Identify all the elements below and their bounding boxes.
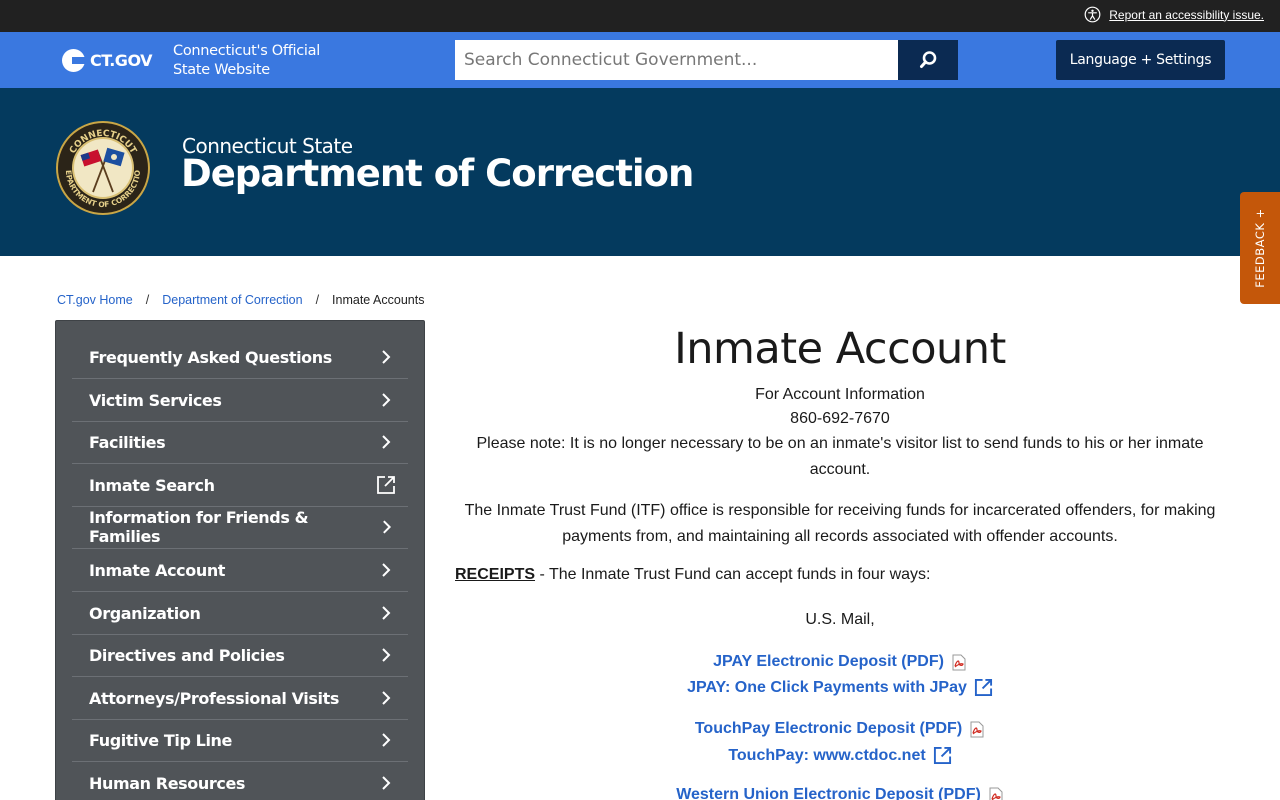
sidebar-item-label: Directives and Policies: [89, 645, 285, 665]
touchpay-deposit-pdf-link[interactable]: TouchPay Electronic Deposit (PDF): [455, 720, 1225, 738]
sidebar-item-label: Inmate Search: [89, 475, 215, 495]
department-seal-logo[interactable]: CONNECTICUT DEPARTMENT OF CORRECTION: [55, 120, 151, 216]
utility-bar: Report an accessibility issue.: [0, 0, 1280, 32]
ctgov-logo-text: CT.GOV: [90, 51, 153, 70]
accessibility-link-label: Report an accessibility issue.: [1109, 7, 1264, 22]
breadcrumb-link-department[interactable]: Department of Correction: [162, 293, 302, 307]
sidebar-item-friends-families[interactable]: Information for Friends & Families: [72, 506, 408, 549]
chevron-right-icon: [382, 435, 391, 449]
agency-title: Department of Correction: [181, 152, 694, 195]
link-label: JPAY: One Click Payments with JPay: [687, 678, 967, 696]
itf-description: The Inmate Trust Fund (ITF) office is re…: [464, 502, 1216, 545]
sidebar-item-directives-policies[interactable]: Directives and Policies: [72, 634, 408, 677]
receipts-paragraph: RECEIPTS - The Inmate Trust Fund can acc…: [455, 566, 930, 584]
chevron-right-icon: [382, 776, 391, 790]
link-label: JPAY Electronic Deposit (PDF): [713, 653, 944, 670]
pdf-icon: [970, 721, 984, 737]
chevron-right-icon: [382, 350, 391, 364]
sidebar-item-label: Information for Friends & Families: [89, 508, 309, 546]
sidebar-nav: Frequently Asked Questions Victim Servic…: [55, 320, 425, 800]
chevron-right-icon: [382, 563, 391, 577]
sidebar-item-fugitive-tip-line[interactable]: Fugitive Tip Line: [72, 719, 408, 762]
touchpay-website-link[interactable]: TouchPay: www.ctdoc.net: [455, 746, 1225, 765]
visitor-list-note: Please note: It is no longer necessary t…: [476, 435, 1204, 478]
chevron-right-icon: [382, 606, 391, 620]
feedback-tab[interactable]: FEEDBACK +: [1240, 192, 1280, 304]
sidebar-item-label: Frequently Asked Questions: [89, 347, 332, 367]
link-label: Western Union Electronic Deposit (PDF): [676, 786, 981, 800]
receipts-heading: RECEIPTS: [455, 566, 536, 583]
sidebar-item-label: Victim Services: [89, 390, 222, 410]
accessibility-report-link[interactable]: Report an accessibility issue.: [1084, 6, 1264, 23]
language-settings-button[interactable]: Language + Settings: [1056, 40, 1225, 80]
agency-header: CONNECTICUT DEPARTMENT OF CORRECTION Con…: [0, 88, 1280, 256]
sidebar-item-inmate-account[interactable]: Inmate Account: [72, 549, 408, 592]
sidebar-item-victim-services[interactable]: Victim Services: [72, 379, 408, 422]
link-label: TouchPay: www.ctdoc.net: [728, 746, 926, 764]
pdf-icon: [989, 787, 1003, 800]
jpay-one-click-link[interactable]: JPAY: One Click Payments with JPay: [455, 678, 1225, 697]
jpay-deposit-pdf-link[interactable]: JPAY Electronic Deposit (PDF): [455, 653, 1225, 671]
sidebar-item-label: Organization: [89, 603, 201, 623]
sidebar-item-label: Attorneys/Professional Visits: [89, 688, 339, 708]
search-button[interactable]: [898, 40, 958, 80]
accessibility-icon: [1084, 6, 1101, 23]
page-title: Inmate Account: [674, 324, 1006, 374]
chevron-right-icon: [382, 691, 391, 705]
external-link-icon: [933, 746, 951, 765]
pdf-icon: [952, 654, 966, 670]
search-icon: [920, 51, 937, 68]
chevron-right-icon: [382, 648, 391, 662]
search-input[interactable]: [455, 40, 898, 80]
sidebar-item-label: Human Resources: [89, 773, 246, 793]
external-link-icon: [974, 678, 992, 697]
sidebar-item-inmate-search[interactable]: Inmate Search: [72, 464, 408, 507]
sidebar-item-human-resources[interactable]: Human Resources: [72, 762, 408, 800]
breadcrumb-link-ctgov-home[interactable]: CT.gov Home: [57, 293, 133, 307]
sidebar-item-faq[interactable]: Frequently Asked Questions: [72, 336, 408, 379]
chevron-right-icon: [382, 520, 391, 534]
sidebar-item-facilities[interactable]: Facilities: [72, 421, 408, 464]
sidebar-item-label: Fugitive Tip Line: [89, 730, 232, 750]
ctgov-bar: CT.GOV Connecticut's Official State Webs…: [0, 32, 1280, 88]
western-union-deposit-pdf-link[interactable]: Western Union Electronic Deposit (PDF): [455, 786, 1225, 800]
breadcrumb-current: Inmate Accounts: [332, 293, 425, 307]
us-mail-text: U.S. Mail,: [805, 611, 875, 628]
breadcrumb-separator: /: [315, 293, 320, 307]
external-link-icon: [377, 476, 395, 494]
receipts-text: - The Inmate Trust Fund can accept funds…: [535, 566, 931, 583]
breadcrumb-separator: /: [145, 293, 150, 307]
breadcrumb: CT.gov Home / Department of Correction /…: [57, 293, 424, 307]
sidebar-item-label: Facilities: [89, 432, 166, 452]
account-phone: 860-692-7670: [790, 410, 890, 427]
sidebar-item-organization[interactable]: Organization: [72, 592, 408, 635]
chevron-right-icon: [382, 733, 391, 747]
ctgov-tagline: Connecticut's Official State Website: [173, 43, 320, 78]
account-info-label: For Account Information: [755, 386, 925, 403]
sidebar-item-attorneys-visits[interactable]: Attorneys/Professional Visits: [72, 677, 408, 720]
chevron-right-icon: [382, 393, 391, 407]
ctgov-logo[interactable]: CT.GOV: [62, 49, 153, 72]
sidebar-item-label: Inmate Account: [89, 560, 226, 580]
feedback-label: FEEDBACK +: [1253, 208, 1267, 288]
ctgov-logo-icon: [62, 49, 85, 72]
link-label: TouchPay Electronic Deposit (PDF): [694, 720, 963, 737]
